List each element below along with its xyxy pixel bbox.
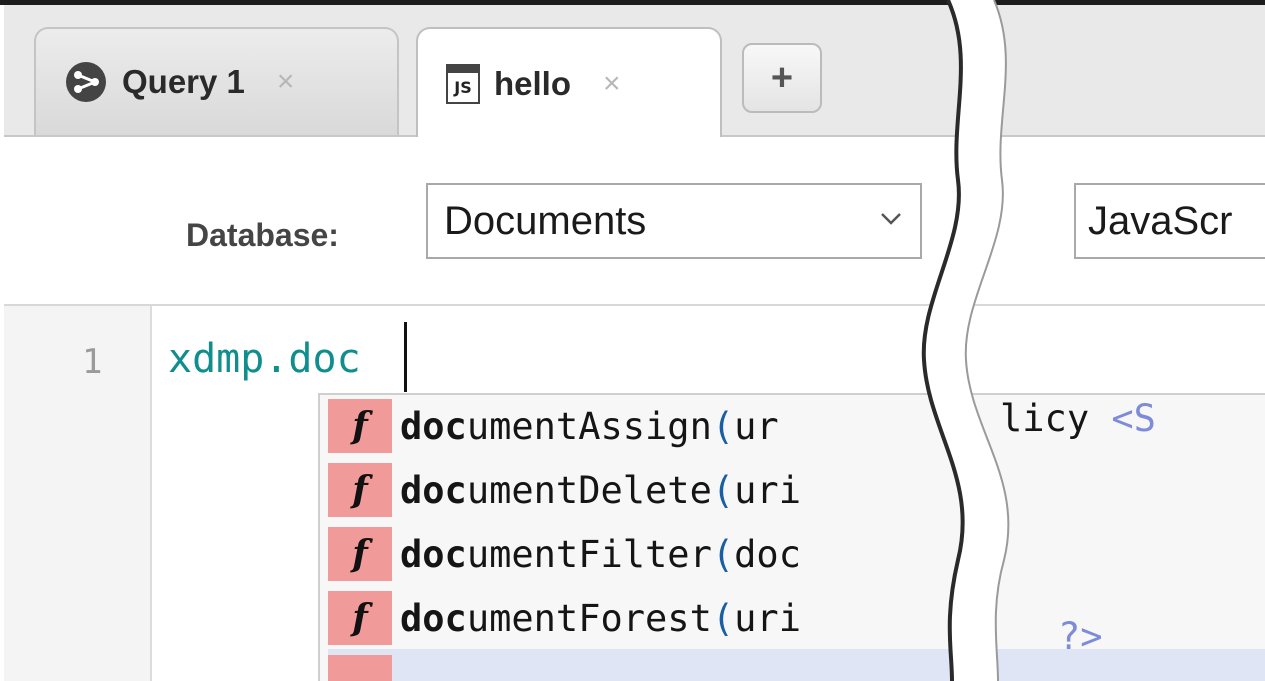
tab-bar: Query 1 × JS hello × + (4, 5, 1265, 139)
tab-hello[interactable]: JS hello × (416, 27, 722, 139)
item-paren: ( (711, 532, 735, 576)
torn-edge-divider (921, 0, 1010, 681)
line-number: 1 (82, 342, 103, 382)
match-text: doc (400, 532, 467, 576)
item-args: uri (734, 596, 801, 640)
database-select[interactable]: Documents (426, 183, 922, 259)
item-args: ur (734, 404, 779, 448)
database-label: Database: (186, 217, 339, 253)
function-icon: f (328, 399, 392, 453)
item-args: uri (734, 468, 801, 512)
autocomplete-item-selected[interactable] (328, 649, 1265, 681)
close-icon[interactable]: × (603, 67, 621, 101)
code-line[interactable]: xdmp.doc (168, 336, 361, 382)
autocomplete-item-label: documentDelete(uri (400, 469, 801, 512)
line-number-gutter: 1 (4, 306, 152, 681)
autocomplete-item[interactable]: f documentDelete(uri (328, 457, 1265, 523)
autocomplete-item[interactable]: f documentForest(uri (328, 585, 1265, 651)
query-type-selected-value: JavaScr (1088, 198, 1233, 243)
function-icon: f (328, 463, 392, 517)
item-rest: umentAssign (466, 404, 712, 448)
continuation-type: <S (1111, 397, 1156, 440)
item-paren: ( (711, 596, 735, 640)
match-text: doc (400, 596, 467, 640)
item-rest: umentForest (466, 596, 712, 640)
tab-label: Query 1 (122, 63, 245, 100)
tab-query-1[interactable]: Query 1 × (34, 27, 399, 135)
function-icon (328, 655, 392, 681)
function-icon: f (328, 527, 392, 581)
item-rest: umentDelete (466, 468, 712, 512)
close-icon[interactable]: × (277, 65, 295, 99)
autocomplete-item-label: documentFilter(doc (400, 533, 801, 576)
query-icon (66, 62, 106, 102)
query-console-window: Query 1 × JS hello × + Database: Documen… (0, 0, 1265, 681)
function-icon: f (328, 591, 392, 645)
autocomplete-item-label: documentAssign(ur (400, 405, 779, 448)
item-paren: ( (711, 404, 735, 448)
add-tab-button[interactable]: + (742, 43, 822, 113)
item-rest: umentFilter (466, 532, 712, 576)
query-toolbar: Database: Documents JavaScr (4, 137, 1265, 306)
autocomplete-item-label: documentForest(uri (400, 597, 801, 640)
query-type-select[interactable]: JavaScr (1074, 183, 1265, 259)
item-paren: ( (711, 468, 735, 512)
text-cursor (404, 322, 407, 392)
autocomplete-item[interactable]: f documentFilter(doc (328, 521, 1265, 587)
item-args: doc (734, 532, 801, 576)
match-text: doc (400, 468, 467, 512)
tab-label: hello (494, 65, 572, 102)
database-selected-value: Documents (444, 198, 647, 243)
match-text: doc (400, 404, 467, 448)
js-file-icon: JS (446, 64, 480, 104)
